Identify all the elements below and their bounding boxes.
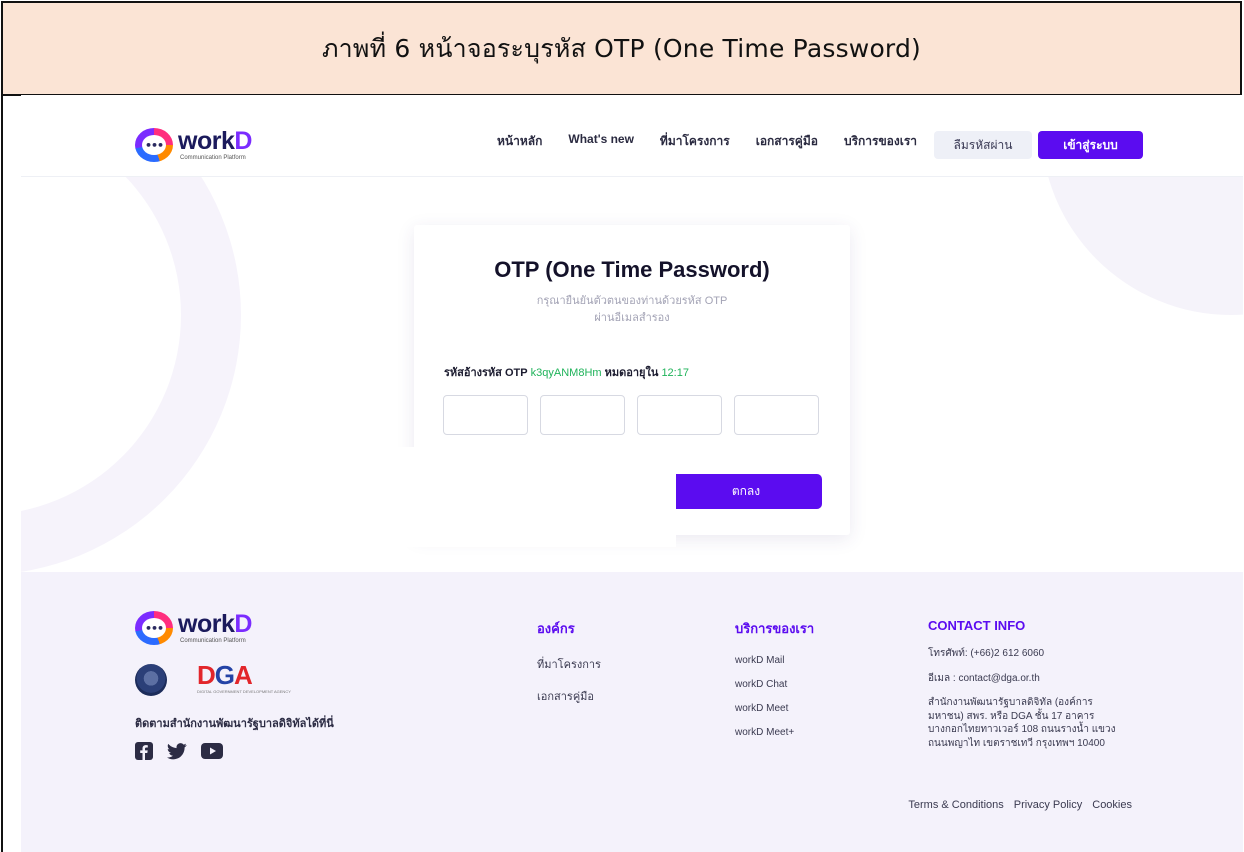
logo-wordmark: workD [178, 129, 252, 154]
footer-link-manuals[interactable]: เอกสารคู่มือ [537, 687, 601, 705]
footer-logo-name-main: work [178, 610, 235, 638]
follow-text: ติดตามสำนักงานพัฒนารัฐบาลดิจิทัลได้ที่นี… [135, 718, 334, 730]
facebook-icon[interactable] [135, 742, 153, 760]
social-links [135, 742, 223, 760]
footer-logo-name-accent: D [234, 610, 252, 638]
login-button[interactable]: เข้าสู่ระบบ [1038, 131, 1143, 159]
cookies-link[interactable]: Cookies [1092, 799, 1132, 811]
nav-item-whats-new[interactable]: What's new [568, 132, 634, 151]
footer-logo-wordmark: workD [178, 612, 252, 637]
dga-logo: DGA DIGITAL GOVERNMENT DEVELOPMENT AGENC… [197, 662, 291, 694]
contact-address-line: ถนนพญาไท เขตราชเทวี กรุงเทพฯ 10400 [928, 737, 1105, 749]
contact-title: CONTACT INFO [928, 618, 1026, 633]
footer-logo-tagline: Communication Platform [180, 638, 246, 644]
figure-caption-bar: ภาพที่ 6 หน้าจอระบุรหัส OTP (One Time Pa… [3, 3, 1240, 96]
chat-bubble-logo-icon: ••• [135, 611, 173, 645]
youtube-icon[interactable] [201, 743, 223, 759]
otp-subtitle-line2: ผ่านอีเมลสำรอง [594, 312, 670, 325]
nav-item-home[interactable]: หน้าหลัก [497, 132, 542, 151]
chat-bubble-logo-icon: ••• [135, 128, 173, 162]
otp-digit-input-4[interactable] [734, 395, 819, 435]
nav-item-services[interactable]: บริการของเรา [844, 132, 917, 151]
legal-links: Terms & Conditions Privacy Policy Cookie… [908, 799, 1132, 811]
dga-subtitle: DIGITAL GOVERNMENT DEVELOPMENT AGENCY [197, 689, 291, 694]
contact-phone: โทรศัพท์: (+66)2 612 6060 [928, 648, 1045, 659]
otp-reference-line: รหัสอ้างรหัส OTP k3qyANM8Hm หมดอายุใน 12… [444, 363, 689, 381]
forgot-password-button[interactable]: ลืมรหัสผ่าน [934, 131, 1032, 159]
twitter-icon[interactable] [167, 742, 187, 760]
contact-address: สำนักงานพัฒนารัฐบาลดิจิทัล (องค์การ มหาช… [928, 696, 1116, 750]
privacy-policy-link[interactable]: Privacy Policy [1014, 799, 1082, 811]
otp-subtitle: กรุณายืนยันตัวตนของท่านด้วยรหัส OTP ผ่าน… [414, 293, 850, 327]
otp-input-row [443, 395, 819, 435]
footer-link-workd-mail[interactable]: workD Mail [735, 655, 814, 666]
contact-email[interactable]: อีเมล : contact@dga.or.th [928, 672, 1116, 686]
figure-caption: ภาพที่ 6 หน้าจอระบุรหัส OTP (One Time Pa… [321, 33, 921, 63]
footer-logo[interactable]: ••• workD Communication Platform [135, 611, 252, 645]
nav-item-project-origin[interactable]: ที่มาโครงการ [660, 132, 730, 151]
header-logo[interactable]: ••• workD Communication Platform [135, 128, 252, 162]
dga-letter-a: A [234, 660, 253, 690]
otp-digit-input-2[interactable] [540, 395, 625, 435]
terms-link[interactable]: Terms & Conditions [908, 799, 1003, 811]
logo-name-main: work [178, 127, 235, 155]
nav-item-manuals[interactable]: เอกสารคู่มือ [756, 132, 818, 151]
otp-expire-label: หมดอายุใน [604, 367, 659, 379]
contact-address-line: บางกอกไทยทาวเวอร์ 108 ถนนรางน้ำ แขวง [928, 724, 1116, 735]
footer-org-title: องค์กร [537, 621, 575, 636]
footer-link-workd-chat[interactable]: workD Chat [735, 679, 814, 690]
site-footer: ••• workD Communication Platform DGA DIG… [21, 572, 1243, 852]
otp-title: OTP (One Time Password) [494, 257, 770, 282]
footer-contact-column: CONTACT INFO โทรศัพท์: (+66)2 612 6060 อ… [928, 618, 1116, 750]
otp-digit-input-1[interactable] [443, 395, 528, 435]
image-crop-overlay [391, 447, 676, 547]
dga-letter-g: G [214, 660, 235, 690]
logo-tagline: Communication Platform [180, 155, 246, 161]
footer-link-project-origin[interactable]: ที่มาโครงการ [537, 655, 601, 673]
footer-link-workd-meet-plus[interactable]: workD Meet+ [735, 727, 814, 738]
main-nav: หน้าหลัก What's new ที่มาโครงการ เอกสารค… [497, 132, 917, 151]
site-header: ••• workD Communication Platform หน้าหลั… [21, 95, 1243, 177]
otp-ref-label: รหัสอ้างรหัส OTP [444, 367, 528, 379]
dga-letter-d: D [197, 660, 216, 690]
footer-link-workd-meet[interactable]: workD Meet [735, 703, 814, 714]
footer-services-column: บริการของเรา workD Mail workD Chat workD… [735, 618, 814, 738]
footer-services-title: บริการของเรา [735, 621, 815, 636]
footer-org-column: องค์กร ที่มาโครงการ เอกสารคู่มือ [537, 618, 601, 705]
otp-expire-time: 12:17 [661, 367, 689, 379]
logo-name-accent: D [234, 127, 252, 155]
otp-digit-input-3[interactable] [637, 395, 722, 435]
otp-subtitle-line1: กรุณายืนยันตัวตนของท่านด้วยรหัส OTP [536, 295, 728, 307]
government-seal-icon [135, 664, 167, 696]
contact-address-line: สำนักงานพัฒนารัฐบาลดิจิทัล (องค์การ [928, 697, 1093, 708]
app-screenshot: ••• workD Communication Platform หน้าหลั… [21, 95, 1243, 852]
otp-submit-button[interactable]: ตกลง [670, 474, 822, 509]
contact-address-line: มหาชน) สพร. หรือ DGA ชั้น 17 อาคาร [928, 710, 1095, 722]
otp-ref-code: k3qyANM8Hm [530, 367, 602, 379]
